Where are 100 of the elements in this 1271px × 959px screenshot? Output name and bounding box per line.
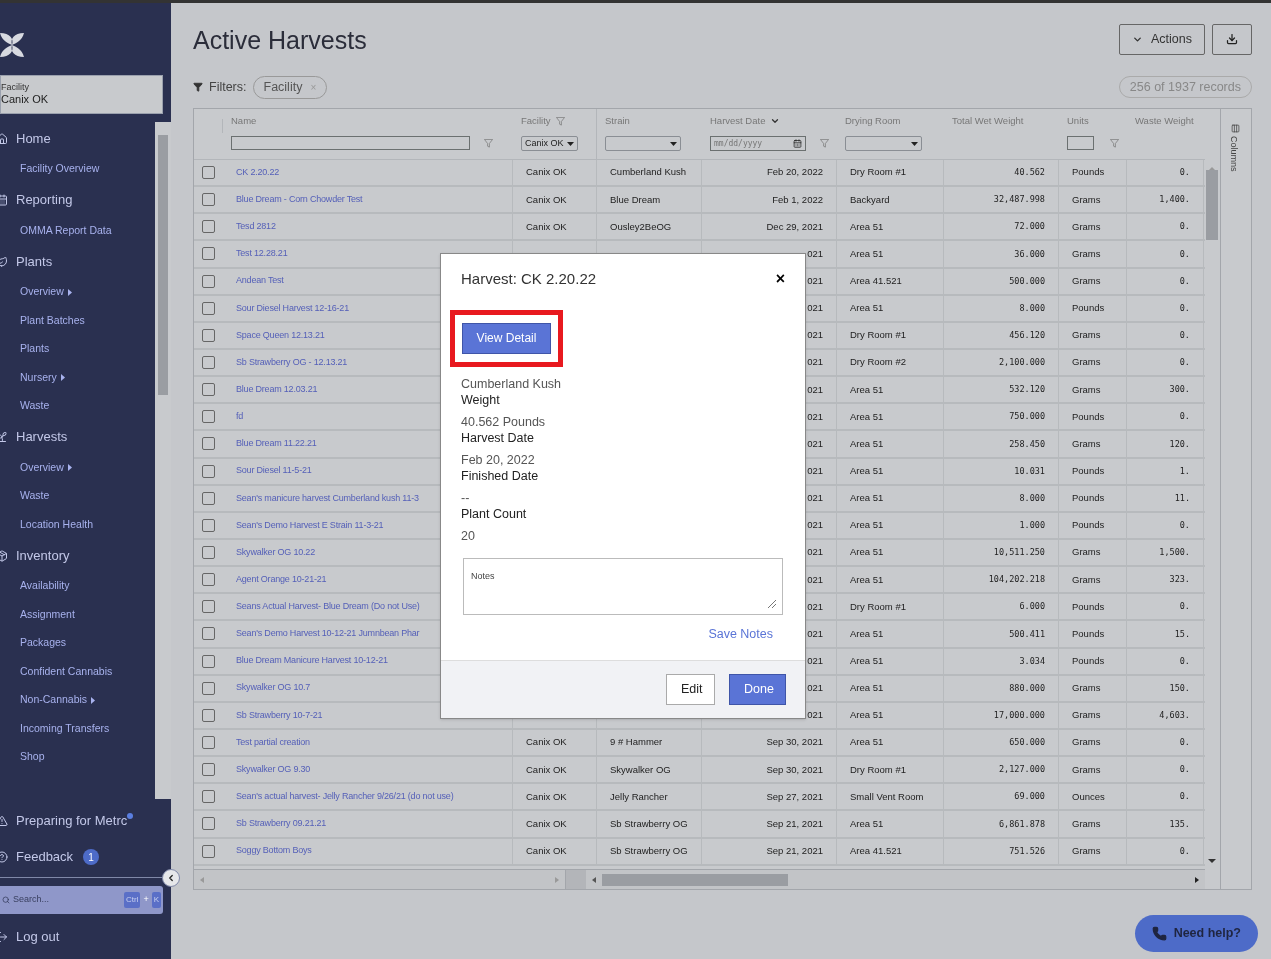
row-checkbox[interactable] [202,220,215,234]
nav-link[interactable]: Plant Batches [0,306,155,335]
column-header[interactable]: Harvest Date [710,115,781,127]
column-header[interactable]: Facility [521,115,565,127]
columns-panel-tab[interactable]: Columns [1219,109,1251,889]
row-checkbox[interactable] [202,247,215,261]
harvest-name-link[interactable]: Blue Dream 11.22.21 [236,437,317,451]
row-checkbox[interactable] [202,817,215,831]
nav-section[interactable]: Home [0,122,155,155]
row-checkbox[interactable] [202,681,215,695]
harvest-name-link[interactable]: Sb Strawberry OG - 12.13.21 [236,355,348,370]
harvest-name-link[interactable]: fd [236,410,244,424]
harvest-name-link[interactable]: Blue Dream 12.03.21 [236,382,318,397]
nav-link[interactable]: Overview [0,453,155,482]
row-checkbox[interactable] [202,274,215,288]
nav-link[interactable]: Overview [0,278,155,307]
units-filter-field[interactable] [1067,136,1094,150]
harvest-name-link[interactable]: Sour Diesel Harvest 12-16-21 [236,301,349,315]
row-checkbox[interactable] [202,328,215,342]
nav-link[interactable]: Nursery [0,363,155,392]
row-checkbox[interactable] [202,383,215,397]
harvest-name-link[interactable]: Test 12.28.21 [236,247,288,261]
scrollbar-thumb[interactable] [602,873,788,886]
harvest-name-link[interactable]: Sean's Demo Harvest E Strain 11-3-21 [236,518,384,533]
column-header[interactable]: Strain [605,115,630,127]
row-checkbox[interactable] [202,356,215,370]
edit-button[interactable]: Edit [666,674,715,705]
sidebar-scrollbar[interactable] [155,122,171,799]
search-field[interactable]: Search... Ctrl + K [0,886,163,914]
harvest-name-link[interactable]: Test partial creation [236,735,310,750]
filter-icon[interactable] [484,138,493,148]
date-field[interactable]: mm/dd/yyyy [710,136,806,151]
row-checkbox[interactable] [202,790,215,804]
row-checkbox[interactable] [202,546,215,560]
harvest-name-link[interactable]: Agent Orange 10-21-21 [236,572,327,587]
nav-link[interactable]: Assignment [0,600,155,629]
filter-icon[interactable] [820,139,829,148]
harvest-name-link[interactable]: CK 2.20.22 [236,165,280,180]
horizontal-scrollbar[interactable] [586,870,1205,889]
nav-link[interactable]: Availability [0,572,155,601]
column-header[interactable]: Drying Room [845,115,901,127]
nav-section[interactable]: Feedback 1 [0,839,171,875]
harvest-name-link[interactable]: Space Queen 12.13.21 [236,328,325,343]
save-notes-link[interactable]: Save Notes [708,624,773,644]
nav-section[interactable]: Reporting [0,183,155,217]
harvest-name-link[interactable]: Sour Diesel 11-5-21 [236,464,312,478]
harvest-name-link[interactable]: Blue Dream Manicure Harvest 10-12-21 [236,654,388,668]
scrollbar-thumb[interactable] [158,135,168,395]
row-checkbox[interactable] [202,301,215,315]
harvest-name-link[interactable]: Sean's actual harvest- Jelly Rancher 9/26/21 (do not use) [236,790,454,804]
row-checkbox[interactable] [202,437,215,451]
nav-link[interactable]: Waste [0,392,155,421]
filter-dropdown[interactable]: Canix OK [521,136,578,151]
notes-field[interactable]: Notes [463,557,783,615]
harvest-name-link[interactable]: Andean Test [236,274,284,288]
download-button[interactable] [1212,23,1252,55]
harvest-name-link[interactable]: Blue Dream - Corn Chowder Test [236,192,363,207]
row-checkbox[interactable] [202,627,215,641]
nav-link[interactable]: OMMA Report Data [0,216,155,245]
row-checkbox[interactable] [202,736,215,749]
view-detail-button[interactable]: View Detail [462,322,551,354]
row-checkbox[interactable] [202,518,215,532]
done-button[interactable]: Done [729,674,786,705]
filter-icon[interactable] [555,116,565,126]
nav-link[interactable]: Confident Cannabis [0,657,155,686]
logout-link[interactable]: Log out [0,927,171,947]
facility-selector[interactable]: Facility Canix OK [0,75,163,114]
column-header[interactable]: Units [1067,115,1089,127]
nav-section[interactable]: Plants [0,245,155,278]
row-checkbox[interactable] [202,763,215,777]
row-checkbox[interactable] [202,166,215,180]
nav-link[interactable]: Incoming Transfers [0,714,155,743]
row-checkbox[interactable] [202,573,215,587]
nav-link[interactable]: Location Health [0,510,155,539]
row-checkbox[interactable] [202,491,215,505]
row-checkbox[interactable] [202,654,215,668]
row-checkbox[interactable] [202,708,215,722]
filter-dropdown[interactable] [605,136,681,151]
nav-link[interactable]: Waste [0,482,155,511]
row-checkbox[interactable] [202,844,215,858]
help-button[interactable]: Need help? [1134,915,1258,952]
nav-link[interactable]: Facility Overview [0,155,155,184]
harvest-name-link[interactable]: Sb Strawberry 10-7-21 [236,708,323,723]
name-filter-field[interactable] [231,136,470,150]
column-header[interactable]: Waste Weight [1135,115,1194,127]
harvest-name-link[interactable]: Soggy Bottom Boys [236,844,312,858]
harvest-name-link[interactable]: Sean's manicure harvest Cumberland kush 11-3 [236,491,419,505]
harvest-name-link[interactable]: Skywalker OG 9.30 [236,762,311,777]
harvest-name-link[interactable]: Seans Actual Harvest- Blue Dream (Do not Use) [236,600,420,614]
row-checkbox[interactable] [202,193,215,207]
collapse-button[interactable] [162,869,180,887]
harvest-name-link[interactable]: Sean's Demo Harvest 10-12-21 Jumnbean Phar [236,627,420,641]
actions-button[interactable]: Actions [1119,23,1205,55]
filter-icon[interactable] [1110,138,1119,148]
close-button[interactable]: × [775,271,785,288]
nav-link[interactable]: Packages [0,629,155,658]
scrollbar-thumb[interactable] [1206,170,1218,240]
harvest-name-link[interactable]: Skywalker OG 10.22 [236,545,315,560]
column-header[interactable]: Total Wet Weight [952,115,1024,127]
nav-link[interactable]: Shop [0,743,155,772]
